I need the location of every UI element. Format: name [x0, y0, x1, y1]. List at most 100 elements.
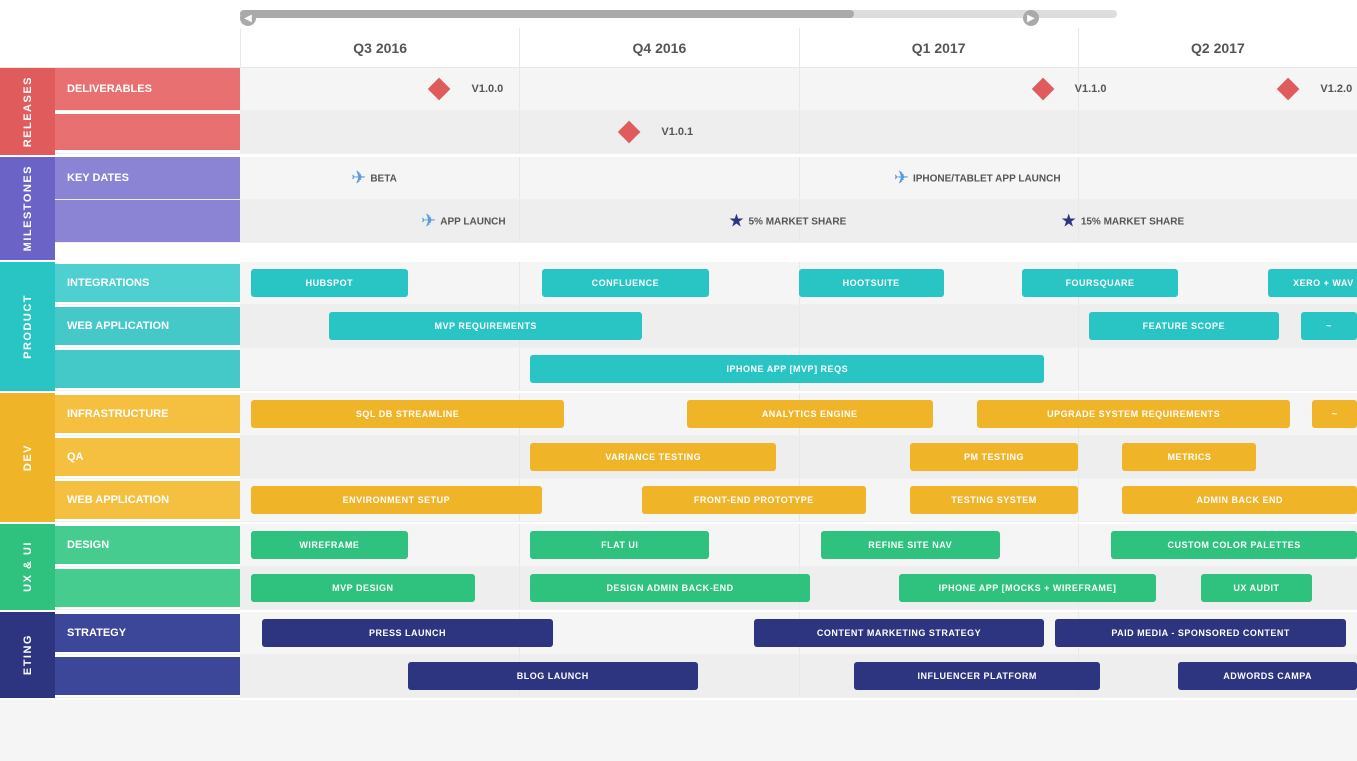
dev-webapp-row: WEB APPLICATION ENVIRONMENT SETUP FRONT-…	[55, 479, 1357, 522]
strategy-row2: BLOG LAUNCH INFLUENCER PLATFORM ADWORDS …	[55, 655, 1357, 698]
bar-hubspot: HUBSPOT	[251, 269, 407, 297]
integrations-content: HUBSPOT CONFLUENCE HOOTSUITE FOURSQUARE …	[240, 262, 1357, 304]
bar-adwords: ADWORDS CAMPA	[1178, 662, 1357, 690]
releases-row-1-content: V1.0.0 V1.1.0 V1.2.0	[240, 68, 1357, 110]
bar-paid-media: PAID MEDIA - SPONSORED CONTENT	[1055, 619, 1345, 647]
releases-row-2: V1.0.1	[55, 111, 1357, 154]
releases-section: RELEASES DELIVERABLES V1.0.0	[0, 68, 1357, 157]
bar-metrics: METRICS	[1122, 443, 1256, 471]
dev-rows: INFRASTRUCTURE SQL DB STREAMLINE ANALYTI…	[55, 393, 1357, 522]
bar-press-launch: PRESS LAUNCH	[262, 619, 552, 647]
milestones-section: MILESTONES KEY DATES ✈ BETA ✈ IPHONE/TAB…	[0, 157, 1357, 261]
scrollbar-area[interactable]: ◀ ▶	[0, 0, 1357, 28]
webapp-label: WEB APPLICATION	[55, 307, 240, 345]
releases-section-label-col: RELEASES	[0, 68, 55, 155]
product-webapp-row2: IPHONE APP [MVP] REQS	[55, 348, 1357, 391]
scrollbar-track[interactable]	[240, 10, 1117, 18]
bar-hootsuite: HOOTSUITE	[799, 269, 944, 297]
bar-upgrade: UPGRADE SYSTEM REQUIREMENTS	[977, 400, 1290, 428]
milestones-label: MILESTONES	[18, 157, 38, 259]
ux-section: UX & UI DESIGN WIREFRAME FLAT UI REFINE …	[0, 524, 1357, 612]
bar-refine-nav: REFINE SITE NAV	[821, 531, 1000, 559]
milestones-rows: KEY DATES ✈ BETA ✈ IPHONE/TABLET APP LAU…	[55, 157, 1357, 259]
qa-content: VARIANCE TESTING PM TESTING METRICS	[240, 436, 1357, 478]
strategy-row1-content: PRESS LAUNCH CONTENT MARKETING STRATEGY …	[240, 612, 1357, 654]
strategy-row-label: STRATEGY	[55, 614, 240, 652]
bar-xero: XERO + WAV	[1268, 269, 1357, 297]
design-row1-content: WIREFRAME FLAT UI REFINE SITE NAV CUSTOM…	[240, 524, 1357, 566]
star-icon-5pct: ★	[728, 211, 744, 232]
dev-section: DEV INFRASTRUCTURE SQL DB STREAMLINE ANA…	[0, 393, 1357, 524]
milestones-row-1: KEY DATES ✈ BETA ✈ IPHONE/TABLET APP LAU…	[55, 157, 1357, 200]
market-share-5pct-label: 5% MARKET SHARE	[749, 216, 847, 227]
milestones-row-2: ✈ APP LAUNCH ★ 5% MARKET SHARE ★ 15% MAR…	[55, 200, 1357, 243]
strategy-row-label-2	[55, 657, 240, 695]
diamond-label-v110: V1.1.0	[1075, 83, 1107, 95]
dev-section-label-col: DEV	[0, 393, 55, 522]
diamond-icon-v100	[428, 78, 451, 101]
releases-row-1: DELIVERABLES V1.0.0 V1.1.0	[55, 68, 1357, 111]
diamond-v100: V1.0.0	[431, 81, 495, 97]
strategy-section-label-col: ETING	[0, 612, 55, 698]
product-integrations-row: INTEGRATIONS HUBSPOT CONFLUENCE HOOTSUIT…	[55, 262, 1357, 305]
bar-testing-sys: TESTING SYSTEM	[910, 486, 1078, 514]
plane-icon-app-launch: ✈	[421, 211, 436, 232]
bar-variance: VARIANCE TESTING	[530, 443, 776, 471]
plane-icon-beta: ✈	[351, 168, 366, 189]
milestone-15pct: ★ 15% MARKET SHARE	[1061, 211, 1185, 232]
diamond-label-v100: V1.0.0	[471, 83, 503, 95]
bar-flat-ui: FLAT UI	[530, 531, 709, 559]
ux-design-row1: DESIGN WIREFRAME FLAT UI REFINE SITE NAV…	[55, 524, 1357, 567]
q-divider-3b	[1078, 111, 1079, 153]
ux-label: UX & UI	[18, 533, 38, 600]
bar-iphone-mocks: IPHONE APP [MOCKS + WIREFRAME]	[899, 574, 1156, 602]
milestones-row-1-content: ✈ BETA ✈ IPHONE/TABLET APP LAUNCH	[240, 157, 1357, 199]
bar-design-admin: DESIGN ADMIN BACK-END	[530, 574, 809, 602]
bar-sql: SQL DB STREAMLINE	[251, 400, 564, 428]
strategy-label: ETING	[18, 626, 38, 683]
diamond-label-v120: V1.2.0	[1320, 83, 1352, 95]
bar-admin-back: ADMIN BACK END	[1122, 486, 1357, 514]
beta-label: BETA	[370, 173, 396, 184]
bar-tilde2: ~	[1312, 400, 1357, 428]
product-label: PRODUCT	[18, 286, 38, 367]
market-share-15pct-label: 15% MARKET SHARE	[1081, 216, 1184, 227]
q-div-p2	[1078, 305, 1079, 347]
bar-iphone-mvp: IPHONE APP [MVP] REQS	[530, 355, 1044, 383]
q-div-d2	[1078, 436, 1079, 478]
strategy-row2-content: BLOG LAUNCH INFLUENCER PLATFORM ADWORDS …	[240, 655, 1357, 697]
q-div-u1	[1078, 524, 1079, 566]
quarter-q2-2017: Q2 2017	[1078, 28, 1357, 68]
q-div-p3	[1078, 348, 1079, 390]
milestones-row-2-content: ✈ APP LAUNCH ★ 5% MARKET SHARE ★ 15% MAR…	[240, 200, 1357, 242]
webapp-row1-content: MVP REQUIREMENTS FEATURE SCOPE ~	[240, 305, 1357, 347]
deliverables-label-2	[55, 114, 240, 150]
plane-icon-iphone: ✈	[894, 168, 909, 189]
bar-wireframe: WIREFRAME	[251, 531, 407, 559]
strategy-row1: STRATEGY PRESS LAUNCH CONTENT MARKETING …	[55, 612, 1357, 655]
design-label: DESIGN	[55, 526, 240, 564]
webapp-label-2	[55, 350, 240, 388]
bar-mvp-req: MVP REQUIREMENTS	[329, 312, 642, 340]
scrollbar-thumb[interactable]	[240, 10, 854, 18]
iphone-launch-label: IPHONE/TABLET APP LAUNCH	[913, 173, 1061, 184]
bar-custom-color: CUSTOM COLOR PALETTES	[1111, 531, 1357, 559]
milestone-iphone-launch: ✈ IPHONE/TABLET APP LAUNCH	[894, 168, 1061, 189]
bar-feature-scope: FEATURE SCOPE	[1089, 312, 1279, 340]
integrations-label: INTEGRATIONS	[55, 264, 240, 302]
diamond-v120: V1.2.0	[1280, 81, 1344, 97]
scroll-right-arrow[interactable]: ▶	[1023, 10, 1039, 26]
quarter-q1-2017: Q1 2017	[799, 28, 1078, 68]
strategy-section: ETING STRATEGY PRESS LAUNCH CONTENT MARK…	[0, 612, 1357, 700]
bar-env-setup: ENVIRONMENT SETUP	[251, 486, 541, 514]
quarter-q3-2016: Q3 2016	[240, 28, 519, 68]
product-rows: INTEGRATIONS HUBSPOT CONFLUENCE HOOTSUIT…	[55, 262, 1357, 391]
ux-rows: DESIGN WIREFRAME FLAT UI REFINE SITE NAV…	[55, 524, 1357, 610]
dev-qa-row: QA VARIANCE TESTING PM TESTING METRICS	[55, 436, 1357, 479]
diamond-icon-v120	[1277, 78, 1300, 101]
bar-frontend: FRONT-END PROTOTYPE	[642, 486, 865, 514]
bar-blog-launch: BLOG LAUNCH	[408, 662, 698, 690]
infra-content: SQL DB STREAMLINE ANALYTICS ENGINE UPGRA…	[240, 393, 1357, 435]
releases-row-2-content: V1.0.1	[240, 111, 1357, 153]
scroll-left-arrow[interactable]: ◀	[240, 10, 256, 26]
